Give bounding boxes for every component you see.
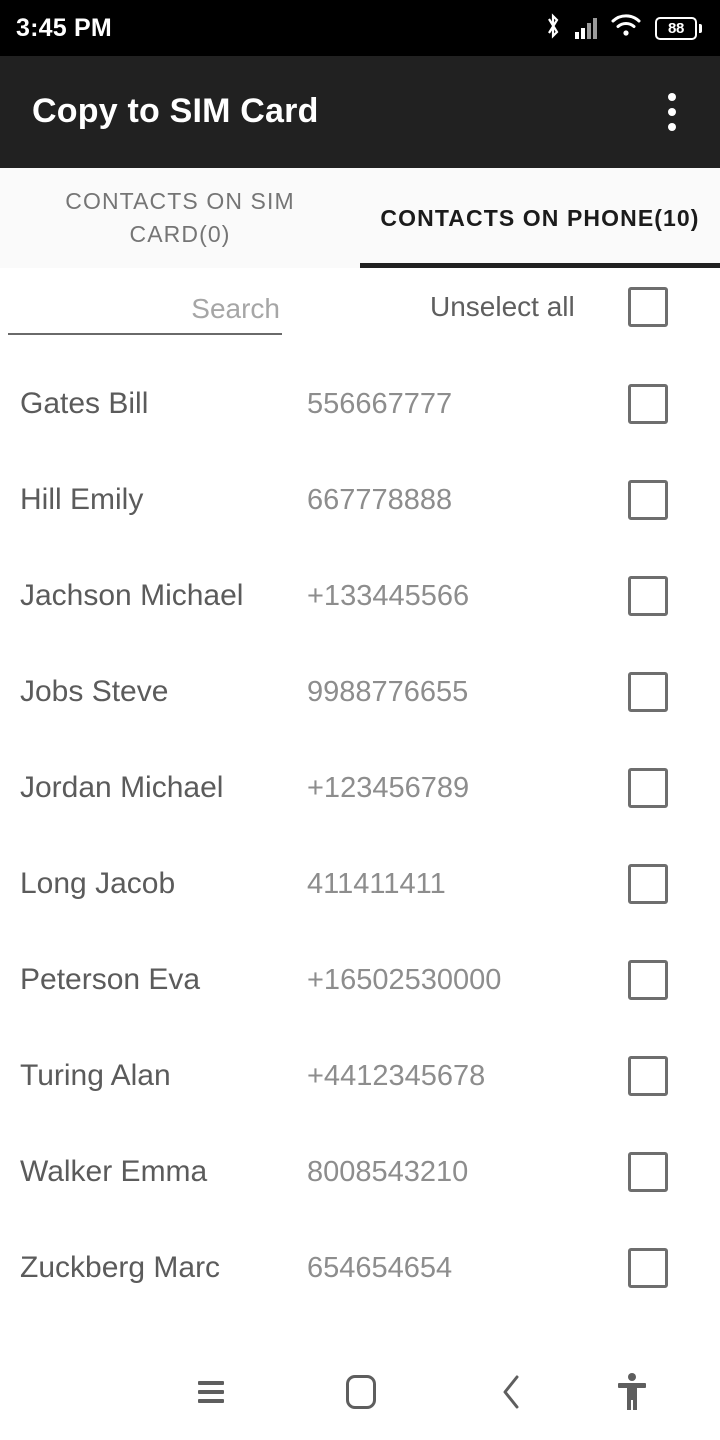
home-icon[interactable] [325, 1356, 397, 1428]
tab-contacts-on-phone[interactable]: CONTACTS ON PHONE(10) [360, 168, 720, 268]
contact-checkbox[interactable] [628, 1056, 668, 1096]
contact-number: 667778888 [307, 483, 453, 516]
navigation-bar [0, 1344, 720, 1440]
table-row[interactable]: Long Jacob 411411411 [0, 836, 720, 932]
contact-name: Jachson Michael [20, 579, 244, 612]
contact-checkbox[interactable] [628, 480, 668, 520]
table-row[interactable]: Jordan Michael +123456789 [0, 740, 720, 836]
contact-checkbox[interactable] [628, 1152, 668, 1192]
battery-icon: 88 [655, 16, 702, 40]
more-vertical-icon[interactable] [646, 86, 698, 138]
accessibility-icon[interactable] [596, 1356, 668, 1428]
table-row[interactable]: Hill Emily 667778888 [0, 452, 720, 548]
wifi-icon [611, 14, 641, 42]
signal-icon [575, 17, 597, 39]
status-clock: 3:45 PM [16, 13, 112, 42]
status-icons: 88 [545, 12, 702, 44]
contact-name: Walker Emma [20, 1155, 208, 1188]
contact-number: 9988776655 [307, 675, 469, 708]
search-field[interactable] [8, 279, 282, 335]
contact-number: 8008543210 [307, 1155, 469, 1188]
filter-row: Unselect all [0, 268, 720, 346]
table-row[interactable]: Walker Emma 8008543210 [0, 1124, 720, 1220]
table-row[interactable]: Jachson Michael +133445566 [0, 548, 720, 644]
contact-name: Jordan Michael [20, 771, 224, 804]
recents-icon[interactable] [175, 1356, 247, 1428]
contact-number: +4412345678 [307, 1059, 486, 1092]
contact-name: Long Jacob [20, 867, 176, 900]
status-bar: 3:45 PM 88 [0, 0, 720, 56]
contact-name: Zuckberg Marc [20, 1251, 221, 1284]
contact-checkbox[interactable] [628, 576, 668, 616]
select-all-checkbox[interactable] [628, 287, 668, 327]
contact-name: Turing Alan [20, 1059, 171, 1092]
battery-level-text: 88 [667, 19, 685, 37]
contact-list[interactable]: Gates Bill 556667777 Hill Emily 66777888… [0, 346, 720, 1344]
tab-label: CONTACTS ON SIM CARD(0) [65, 188, 295, 247]
contact-checkbox[interactable] [628, 384, 668, 424]
search-input[interactable] [8, 293, 282, 333]
table-row[interactable]: Jobs Steve 9988776655 [0, 644, 720, 740]
tab-label: CONTACTS ON PHONE(10) [380, 204, 700, 231]
tab-bar: CONTACTS ON SIM CARD(0) CONTACTS ON PHON… [0, 168, 720, 268]
tab-contacts-on-sim[interactable]: CONTACTS ON SIM CARD(0) [0, 168, 360, 268]
contact-checkbox[interactable] [628, 768, 668, 808]
contact-name: Gates Bill [20, 387, 149, 420]
phone-screen: 3:45 PM 88 Copy to SIM Card CONTACTS ON … [0, 0, 720, 1440]
app-bar: Copy to SIM Card [0, 56, 720, 168]
page-title: Copy to SIM Card [32, 92, 319, 131]
contact-checkbox[interactable] [628, 960, 668, 1000]
contact-number: 411411411 [307, 867, 446, 900]
contact-number: +123456789 [307, 771, 470, 804]
contact-name: Peterson Eva [20, 963, 201, 996]
table-row[interactable]: Turing Alan +4412345678 [0, 1028, 720, 1124]
contact-number: +16502530000 [307, 963, 502, 996]
table-row[interactable]: Gates Bill 556667777 [0, 356, 720, 452]
table-row[interactable]: Zuckberg Marc 654654654 [0, 1220, 720, 1316]
table-row[interactable]: Peterson Eva +16502530000 [0, 932, 720, 1028]
contact-checkbox[interactable] [628, 672, 668, 712]
select-all-label: Unselect all [430, 291, 575, 322]
contact-number: +133445566 [307, 579, 470, 612]
bluetooth-icon [545, 12, 561, 44]
contact-checkbox[interactable] [628, 1248, 668, 1288]
contact-name: Hill Emily [20, 483, 144, 516]
contact-number: 654654654 [307, 1251, 453, 1284]
contact-name: Jobs Steve [20, 675, 169, 708]
contact-number: 556667777 [307, 387, 453, 420]
back-icon[interactable] [476, 1356, 548, 1428]
contact-checkbox[interactable] [628, 864, 668, 904]
